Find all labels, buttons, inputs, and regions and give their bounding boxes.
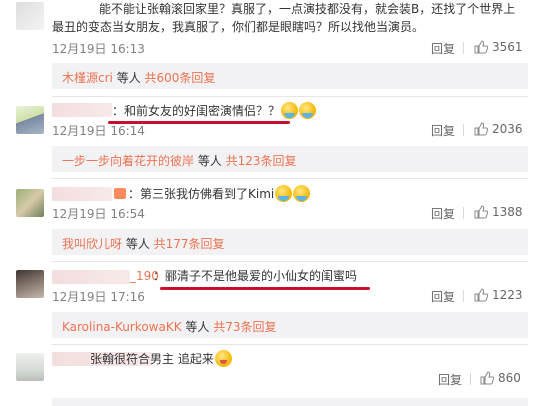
reply-user-link[interactable]: 我叫欣儿呀 [62,237,122,251]
divider [470,373,471,385]
comment-time: 12月19日 16:54 [52,207,145,221]
username-blurred[interactable] [52,270,130,284]
thumbs-up-icon[interactable] [474,122,488,136]
reply-count-link[interactable]: 共123条回复 [226,154,297,168]
username-blurred[interactable] [52,103,112,117]
comment-text: 张翰很符合男主 追起来 [90,350,232,367]
comment-time: 12月19日 16:13 [52,42,145,56]
divider [52,178,528,179]
comment-text: ：郦清子不是他最爱的小仙女的闺蜜吗 [153,269,358,283]
badge-icon [114,188,126,199]
reply-mid-text: 等人 [194,154,226,168]
reply-mid-text: 等人 [181,320,214,334]
reply-user-link[interactable]: 木槿源cri [62,71,113,85]
reply-button[interactable]: 回复 [431,40,455,57]
emoji-icon [275,185,293,202]
username-blurred[interactable] [52,187,112,201]
reply-button[interactable]: 回复 [431,122,455,139]
reply-count-link[interactable]: 共177条回复 [154,237,225,251]
comment-text: ：第三张我仿佛看到了Kimi [114,185,311,202]
divider [463,290,464,302]
comment-time: 12月19日 17:16 [52,290,145,304]
thumbs-up-icon[interactable] [480,371,494,385]
red-underline [160,287,370,290]
reply-summary[interactable]: Karolina-KurkowaKK 等人 共73条回复 [52,312,528,338]
comment-1: 能不能让张翰滚回家里？真服了，一点演技都没有，就会装B，还找了个世界上 最丑的变… [0,0,536,58]
comment-2: ：和前女友的好闺密演情侣？？ 12月19日 16:14 回复 2036 [0,100,536,150]
divider [463,207,464,219]
reply-count-link[interactable]: 共600条回复 [145,71,216,85]
like-count: 860 [498,371,521,385]
comment-4: _190 ：郦清子不是他最爱的小仙女的闺蜜吗 12月19日 17:16 回复 1… [0,266,536,316]
reply-button[interactable]: 回复 [438,371,462,388]
comment-text: 能不能让张翰滚回家里？真服了，一点演技都没有，就会装B，还找了个世界上 [99,2,516,16]
reply-mid-text: 等人 [122,237,154,251]
reply-user-link[interactable]: Karolina-KurkowaKK [62,320,182,334]
avatar[interactable] [16,353,44,381]
divider [52,344,528,345]
reply-button[interactable]: 回复 [431,205,455,222]
divider [463,42,464,54]
avatar[interactable] [16,270,44,298]
reply-count-link[interactable]: 共73条回复 [213,320,276,334]
reply-summary[interactable]: 我叫欣儿呀 等人 共177条回复 [52,229,528,255]
comment-3: ：第三张我仿佛看到了Kimi 12月19日 16:54 回复 1388 [0,183,536,233]
divider [52,261,528,262]
reply-summary[interactable]: 木槿源cri 等人 共600条回复 [52,63,528,89]
like-count: 2036 [492,122,523,136]
avatar[interactable] [16,189,44,217]
reply-button[interactable]: 回复 [431,288,455,305]
thumbs-up-icon[interactable] [474,288,488,302]
comment-time: 12月19日 16:14 [52,124,145,138]
avatar[interactable] [16,2,44,30]
reply-mid-text: 等人 [112,71,145,85]
reply-summary-partial[interactable] [52,398,528,406]
divider [52,96,528,97]
emoji-icon [293,185,311,202]
comment-text: 最丑的变态当女朋友，我真服了，你们都是眼瞎吗？所以找他当演员。 [52,20,425,34]
thumbs-up-icon[interactable] [474,205,488,219]
like-count: 3561 [492,40,523,54]
reply-user-link[interactable]: 一步一步向着花开的彼岸 [62,154,194,168]
emoji-icon [214,350,232,367]
like-count: 1388 [492,205,523,219]
comment-text: ：和前女友的好闺密演情侣？？ [112,102,317,119]
divider [463,124,464,136]
like-count: 1223 [492,288,523,302]
avatar[interactable] [16,106,44,134]
emoji-icon [299,102,317,119]
emoji-icon [281,102,299,119]
reply-summary[interactable]: 一步一步向着花开的彼岸 等人 共123条回复 [52,146,528,172]
thumbs-up-icon[interactable] [474,40,488,54]
